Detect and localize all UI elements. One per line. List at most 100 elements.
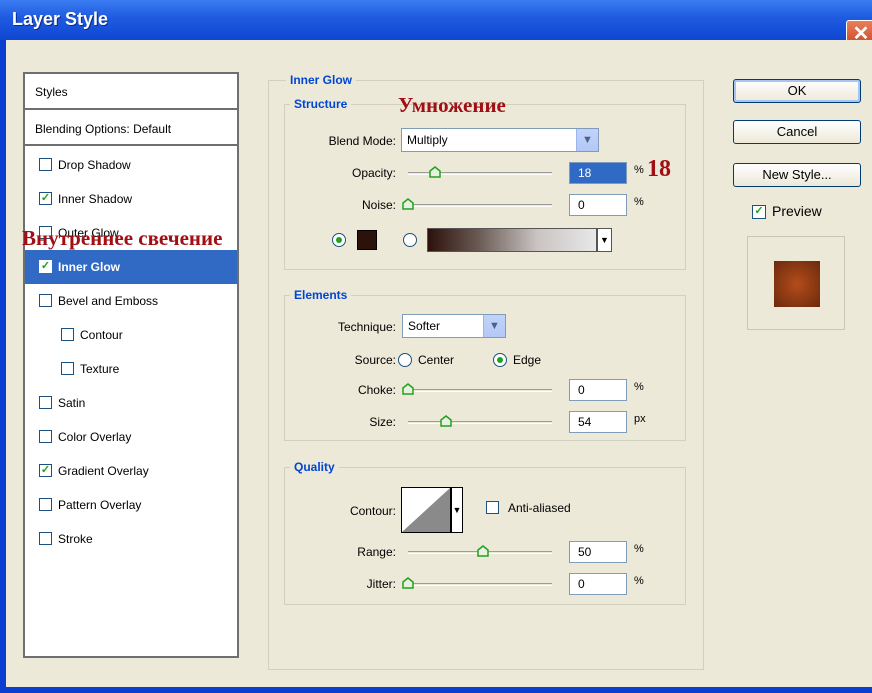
blending-options-item[interactable]: Blending Options: Default bbox=[25, 112, 237, 146]
bevel-emboss-checkbox[interactable] bbox=[39, 294, 52, 308]
ok-button[interactable]: OK bbox=[733, 79, 861, 103]
glow-gradient-radio[interactable] bbox=[403, 233, 417, 247]
source-label: Source: bbox=[354, 353, 396, 367]
noise-slider-thumb[interactable] bbox=[402, 198, 414, 210]
style-item-texture[interactable]: Texture bbox=[25, 352, 237, 386]
structure-title: Structure bbox=[290, 97, 352, 111]
satin-checkbox[interactable] bbox=[39, 396, 52, 410]
technique-label: Technique: bbox=[337, 320, 396, 334]
texture-checkbox[interactable] bbox=[61, 362, 74, 376]
radio-dot bbox=[336, 237, 342, 243]
source-edge-radio[interactable] bbox=[493, 353, 507, 367]
contour-dropdown-icon[interactable]: ▼ bbox=[451, 487, 463, 533]
jitter-slider-track[interactable] bbox=[408, 583, 552, 586]
style-item-label: Stroke bbox=[58, 532, 93, 546]
style-item-label: Color Overlay bbox=[58, 430, 132, 444]
technique-select[interactable]: Softer ▼ bbox=[402, 314, 506, 338]
style-item-label: Gradient Overlay bbox=[58, 464, 149, 478]
style-item-gradient-overlay[interactable]: ✓ Gradient Overlay bbox=[25, 454, 237, 488]
style-item-label: Pattern Overlay bbox=[58, 498, 142, 512]
quality-title: Quality bbox=[290, 460, 339, 474]
style-item-inner-shadow[interactable]: ✓ Inner Shadow bbox=[25, 182, 237, 216]
style-item-satin[interactable]: Satin bbox=[25, 386, 237, 420]
noise-slider-track[interactable] bbox=[408, 204, 552, 207]
choke-slider-thumb[interactable] bbox=[402, 383, 414, 395]
size-slider-thumb[interactable] bbox=[440, 415, 452, 427]
style-item-label: Contour bbox=[80, 328, 123, 342]
anti-aliased-label: Anti-aliased bbox=[508, 501, 571, 515]
jitter-label: Jitter: bbox=[366, 577, 396, 591]
drop-shadow-checkbox[interactable] bbox=[39, 158, 52, 172]
glow-color-radio[interactable] bbox=[332, 233, 346, 247]
range-input[interactable]: 50 bbox=[569, 541, 627, 563]
blend-mode-value: Multiply bbox=[407, 133, 448, 147]
title-bar[interactable]: Layer Style bbox=[0, 0, 872, 40]
contour-checkbox[interactable] bbox=[61, 328, 74, 342]
inner-glow-title: Inner Glow bbox=[286, 73, 357, 87]
styles-list: Styles Blending Options: Default Drop Sh… bbox=[23, 72, 239, 658]
style-item-label: Inner Glow bbox=[58, 260, 121, 274]
opacity-unit: % bbox=[634, 164, 644, 176]
style-item-label: Texture bbox=[80, 362, 120, 376]
preview-label: Preview bbox=[772, 203, 822, 219]
preview-thumbnail bbox=[747, 236, 845, 330]
inner-shadow-checkbox[interactable]: ✓ bbox=[39, 192, 52, 206]
stroke-checkbox[interactable] bbox=[39, 532, 52, 546]
size-input[interactable]: 54 bbox=[569, 411, 627, 433]
style-item-pattern-overlay[interactable]: Pattern Overlay bbox=[25, 488, 237, 522]
style-item-label: Inner Shadow bbox=[58, 192, 133, 206]
source-edge-label: Edge bbox=[513, 353, 542, 367]
technique-value: Softer bbox=[408, 319, 441, 333]
choke-input[interactable]: 0 bbox=[569, 379, 627, 401]
glow-color-swatch[interactable] bbox=[357, 230, 377, 250]
blend-mode-select[interactable]: Multiply ▼ bbox=[401, 128, 599, 152]
style-item-label: Drop Shadow bbox=[58, 158, 131, 172]
styles-header[interactable]: Styles bbox=[25, 74, 237, 110]
gradient-dropdown-icon[interactable]: ▼ bbox=[597, 228, 612, 252]
style-item-label: Bevel and Emboss bbox=[58, 294, 159, 308]
style-item-drop-shadow[interactable]: Drop Shadow bbox=[25, 148, 237, 182]
opacity-label: Opacity: bbox=[351, 166, 396, 180]
style-item-stroke[interactable]: Stroke bbox=[25, 522, 237, 556]
size-slider-track[interactable] bbox=[408, 421, 552, 424]
annotation-inner-glow: Внутреннее свечение bbox=[22, 226, 223, 250]
color-overlay-checkbox[interactable] bbox=[39, 430, 52, 444]
style-item-bevel-emboss[interactable]: Bevel and Emboss bbox=[25, 284, 237, 318]
pattern-overlay-checkbox[interactable] bbox=[39, 498, 52, 512]
inner-glow-checkbox[interactable]: ✓ bbox=[39, 260, 52, 274]
opacity-slider-thumb[interactable] bbox=[429, 166, 441, 178]
new-style-button[interactable]: New Style... bbox=[733, 163, 861, 187]
size-label: Size: bbox=[369, 415, 396, 429]
jitter-slider-thumb[interactable] bbox=[402, 577, 414, 589]
opacity-input[interactable]: 18 bbox=[569, 162, 627, 184]
style-item-contour[interactable]: Contour bbox=[25, 318, 237, 352]
chevron-down-icon[interactable]: ▼ bbox=[483, 315, 505, 337]
source-center-radio[interactable] bbox=[398, 353, 412, 367]
source-center-label: Center bbox=[418, 353, 455, 367]
noise-input[interactable]: 0 bbox=[569, 194, 627, 216]
window-border bbox=[0, 687, 872, 693]
preview-swatch bbox=[774, 261, 820, 307]
choke-unit: % bbox=[634, 381, 644, 393]
radio-dot bbox=[497, 357, 503, 363]
annotation-multiply: Умножение bbox=[398, 93, 506, 117]
style-item-label: Satin bbox=[58, 396, 86, 410]
choke-slider-track[interactable] bbox=[408, 389, 552, 392]
style-item-inner-glow[interactable]: ✓ Inner Glow bbox=[25, 250, 237, 284]
contour-preview[interactable] bbox=[401, 487, 451, 533]
chevron-down-icon[interactable]: ▼ bbox=[576, 129, 598, 151]
range-label: Range: bbox=[357, 545, 396, 559]
annotation-opacity: 18 bbox=[647, 156, 671, 182]
glow-gradient-picker[interactable] bbox=[427, 228, 597, 252]
range-unit: % bbox=[634, 543, 644, 555]
size-unit: px bbox=[634, 413, 646, 425]
style-item-color-overlay[interactable]: Color Overlay bbox=[25, 420, 237, 454]
preview-checkbox[interactable]: ✓ bbox=[752, 205, 766, 219]
range-slider-thumb[interactable] bbox=[477, 545, 489, 557]
contour-label: Contour: bbox=[349, 504, 396, 518]
gradient-overlay-checkbox[interactable]: ✓ bbox=[39, 464, 52, 478]
cancel-button[interactable]: Cancel bbox=[733, 120, 861, 144]
jitter-input[interactable]: 0 bbox=[569, 573, 627, 595]
anti-aliased-checkbox[interactable] bbox=[486, 501, 499, 514]
blend-mode-label: Blend Mode: bbox=[328, 134, 396, 148]
